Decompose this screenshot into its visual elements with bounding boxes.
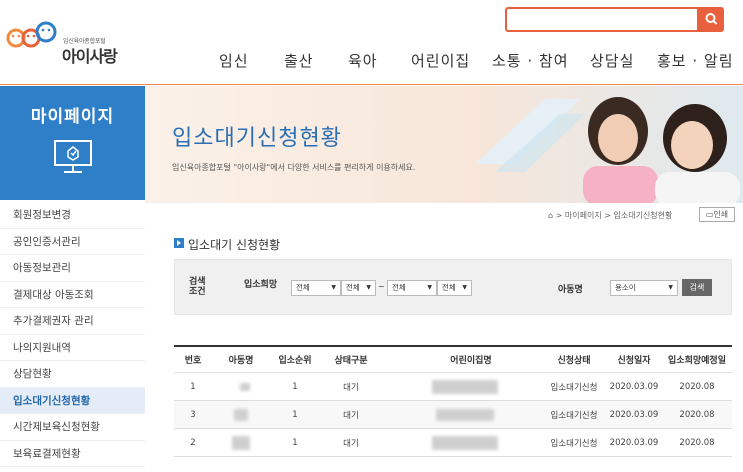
masked-daycare-name xyxy=(432,380,498,394)
logo-text: 아이사랑 xyxy=(62,47,118,66)
table-header: 번호 아동명 입소순위 상태구분 어린이집명 신청상태 신청일자 입소희망예정일 xyxy=(174,347,732,373)
table-row[interactable]: 1 1 대기 입소대기신청 2020.03.09 2020.08 xyxy=(174,373,732,401)
home-icon[interactable]: ⌂ xyxy=(548,211,553,220)
range-tilde: ~ xyxy=(378,282,385,291)
filter-label-condition: 검색조건 xyxy=(189,277,206,297)
breadcrumb-item[interactable]: 마이페이지 xyxy=(565,211,602,220)
child-select[interactable]: 용소이 ▼ xyxy=(610,280,678,296)
filter-search-button[interactable]: 검색 xyxy=(682,279,712,296)
nav-parenting[interactable]: 육아 xyxy=(348,50,378,71)
search-input[interactable] xyxy=(505,7,699,32)
section-arrow-icon xyxy=(174,238,184,248)
sidebar-item-certificate[interactable]: 공인인증서관리 xyxy=(0,229,145,255)
site-logo[interactable]: 임신육아종합포털 아이사랑 xyxy=(6,14,126,66)
filter-label-child: 아동명 xyxy=(558,285,583,295)
filter-label-admission: 입소희망 xyxy=(244,280,278,290)
page-banner: 입소대기신청현황 임신육아종합포털 "아이사랑"에서 다양한 서비스를 편리하게… xyxy=(145,86,743,203)
breadcrumb-item[interactable]: 입소대기신청현황 xyxy=(613,211,672,220)
search-button[interactable] xyxy=(699,7,724,32)
chevron-down-icon: ▼ xyxy=(427,284,432,291)
sidebar-item-fee-payment[interactable]: 보육료결제현황 xyxy=(0,441,145,467)
chevron-down-icon: ▼ xyxy=(366,284,371,291)
sidebar-item-counseling[interactable]: 상담현황 xyxy=(0,361,145,388)
filter-select-1[interactable]: 전체 ▼ xyxy=(291,280,341,296)
page-subtitle: 임신육아종합포털 "아이사랑"에서 다양한 서비스를 편리하게 이용하세요. xyxy=(172,163,416,172)
masked-child-name xyxy=(240,383,250,391)
page-title: 입소대기신청현황 xyxy=(172,126,342,151)
masked-daycare-name xyxy=(432,436,498,450)
col-status: 상태구분 xyxy=(334,356,368,366)
table-row[interactable]: 3 1 대기 입소대기신청 2020.03.09 2020.08 xyxy=(174,401,732,429)
masked-child-name xyxy=(234,409,248,421)
search-icon xyxy=(705,13,718,25)
sidebar-menu: 회원정보변경 공인인증서관리 아동정보관리 결제대상 아동조회 추가결제권자 관… xyxy=(0,202,145,467)
child-photo-2 xyxy=(655,104,740,203)
sidebar-item-child-info[interactable]: 아동정보관리 xyxy=(0,255,145,282)
chevron-down-icon: ▼ xyxy=(462,284,467,291)
filter-select-4[interactable]: 전체 ▼ xyxy=(437,280,472,296)
col-rank: 입소순위 xyxy=(278,356,312,366)
col-apply-status: 신청상태 xyxy=(557,356,591,366)
breadcrumb: ⌂ > 마이페이지 > 입소대기신청현황 xyxy=(548,210,672,221)
sidebar-item-member-info[interactable]: 회원정보변경 xyxy=(0,202,145,229)
filter-select-3[interactable]: 전체 ▼ xyxy=(387,280,437,296)
filter-select-2[interactable]: 전체 ▼ xyxy=(341,280,376,296)
masked-child-name xyxy=(232,436,250,450)
nav-daycare[interactable]: 어린이집 xyxy=(411,50,470,71)
sidebar-item-payment-child[interactable]: 결제대상 아동조회 xyxy=(0,282,145,308)
chevron-down-icon: ▼ xyxy=(331,284,336,291)
col-apply-date: 신청일자 xyxy=(617,356,651,366)
nav-counseling[interactable]: 상담실 xyxy=(590,50,634,71)
search-filter: 검색조건 입소희망 전체 ▼ 전체 ▼ ~ 전체 ▼ 전체 ▼ 아동명 용소이 ▼ 검색 xyxy=(174,259,732,315)
col-daycare: 어린이집명 xyxy=(450,356,492,366)
nav-community[interactable]: 소통 · 참여 xyxy=(492,50,569,71)
chevron-down-icon: ▼ xyxy=(668,284,673,291)
section-title: 입소대기 신청현황 xyxy=(188,238,281,252)
sidebar-item-admission-wait[interactable]: 입소대기신청현황 xyxy=(0,387,145,414)
breadcrumb-separator: > xyxy=(604,211,611,220)
sidebar-title: 마이페이지 xyxy=(30,107,115,127)
logo-mark-icon xyxy=(6,21,57,48)
sidebar-item-my-support[interactable]: 나의지원내역 xyxy=(0,335,145,361)
site-header: 임신육아종합포털 아이사랑 임신 출산 육아 어린이집 소통 · 참여 상담실 … xyxy=(0,0,743,85)
table-row[interactable]: 2 1 대기 입소대기신청 2020.03.09 2020.08 xyxy=(174,429,732,457)
admission-table: 번호 아동명 입소순위 상태구분 어린이집명 신청상태 신청일자 입소희망예정일… xyxy=(174,345,732,457)
col-child: 아동명 xyxy=(228,356,254,366)
col-no: 번호 xyxy=(184,356,202,366)
nav-promotion[interactable]: 홍보 · 알림 xyxy=(657,50,734,71)
sidebar-item-hourly-care[interactable]: 시간제보육신청현황 xyxy=(0,414,145,441)
col-hope-date: 입소희망예정일 xyxy=(668,356,726,366)
nav-birth[interactable]: 출산 xyxy=(284,50,314,71)
nav-pregnancy[interactable]: 임신 xyxy=(219,50,249,71)
breadcrumb-separator: > xyxy=(555,211,563,220)
masked-daycare-name xyxy=(436,409,494,421)
print-button[interactable]: ▭인쇄 xyxy=(699,207,735,222)
monitor-icon xyxy=(54,140,92,173)
sidebar-item-extra-payer[interactable]: 추가결제권자 관리 xyxy=(0,308,145,335)
